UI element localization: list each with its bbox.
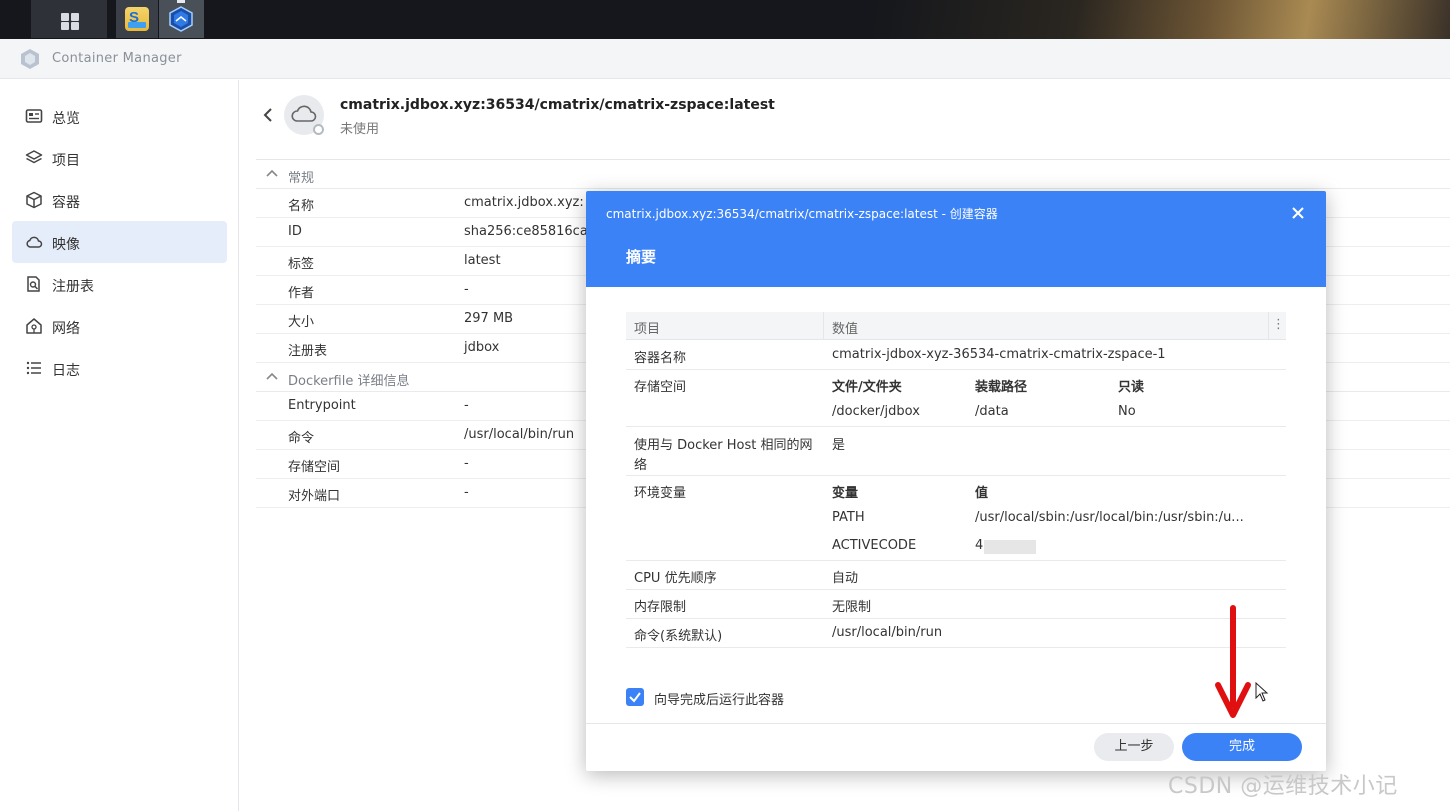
sidebar-item-label: 注册表 [52, 279, 94, 295]
sidebar-item-label: 容器 [52, 195, 80, 211]
table-row: 存储空间 文件/文件夹 装载路径 只读 /docker/jdbox /data … [626, 370, 1286, 427]
redacted-value [984, 540, 1036, 554]
package-center-icon: S [125, 7, 149, 31]
close-icon[interactable] [1287, 202, 1309, 224]
registry-search-icon [27, 276, 40, 292]
red-arrow-annotation [1215, 605, 1251, 718]
container-manager-logo-icon [21, 49, 39, 69]
image-status: 未使用 [340, 122, 380, 137]
sidebar-item-projects[interactable]: 项目 [12, 137, 227, 179]
dialog-subtitle: 摘要 [626, 248, 657, 266]
chevron-up-icon [266, 169, 278, 177]
sidebar-item-label: 网络 [52, 321, 80, 337]
status-dot [313, 124, 324, 135]
section-title: Dockerfile 详细信息 [288, 374, 410, 389]
sidebar: 总览 项目 容器 映像 注册表 网络 日志 [0, 80, 239, 811]
sidebar-item-overview[interactable]: 总览 [12, 95, 227, 137]
back-icon[interactable] [262, 106, 274, 124]
section-general[interactable]: 常规 [256, 160, 1450, 189]
table-header: 项目 数值 ⋮ [626, 312, 1286, 340]
run-after-label[interactable]: 向导完成后运行此容器 [654, 689, 784, 708]
chevron-up-icon [266, 372, 278, 380]
table-row: 容器名称 cmatrix-jdbox-xyz-36534-cmatrix-cma… [626, 341, 1286, 370]
sidebar-item-label: 总览 [52, 111, 80, 127]
previous-button[interactable]: 上一步 [1094, 733, 1174, 761]
taskbar-app-package-center[interactable]: S [116, 0, 158, 38]
sidebar-item-label: 映像 [52, 237, 80, 253]
dialog-title: cmatrix.jdbox.xyz:36534/cmatrix/cmatrix-… [606, 207, 998, 221]
table-row: CPU 优先顺序 自动 [626, 561, 1286, 590]
table-row: 命令(系统默认) /usr/local/bin/run [626, 619, 1286, 648]
sidebar-item-logs[interactable]: 日志 [12, 347, 227, 389]
cloud-icon [26, 236, 43, 248]
mouse-cursor-icon [1255, 682, 1269, 702]
sidebar-item-network[interactable]: 网络 [12, 305, 227, 347]
section-title: 常规 [288, 171, 315, 186]
image-avatar [284, 95, 324, 135]
container-manager-icon [169, 0, 193, 32]
network-icon [26, 318, 42, 334]
taskbar: S [0, 0, 1450, 39]
layers-icon [25, 150, 43, 164]
app-header: Container Manager [0, 39, 1450, 79]
sidebar-item-containers[interactable]: 容器 [12, 179, 227, 221]
column-header-item: 项目 [634, 322, 661, 337]
sidebar-item-images[interactable]: 映像 [12, 221, 227, 263]
done-button[interactable]: 完成 [1182, 733, 1302, 761]
run-after-checkbox[interactable] [626, 688, 644, 706]
table-row: 环境变量 变量 值 PATH /usr/local/sbin:/usr/loca… [626, 476, 1286, 561]
sidebar-item-registry[interactable]: 注册表 [12, 263, 227, 305]
divider [586, 723, 1326, 724]
dashboard-icon [25, 109, 43, 123]
image-title: cmatrix.jdbox.xyz:36534/cmatrix/cmatrix-… [340, 97, 775, 113]
taskbar-app-container-manager[interactable] [159, 0, 204, 38]
column-menu-icon[interactable]: ⋮ [1272, 317, 1285, 332]
sidebar-item-label: 项目 [52, 153, 80, 169]
column-header-value: 数值 [832, 322, 859, 337]
main-menu-button[interactable] [31, 0, 107, 38]
grid-icon [61, 13, 69, 21]
watermark: CSDN @运维技术小记 [1168, 774, 1398, 799]
table-row: 使用与 Docker Host 相同的网 络 是 [626, 427, 1286, 476]
app-title: Container Manager [52, 51, 182, 66]
sidebar-item-label: 日志 [52, 363, 80, 379]
dialog-header: cmatrix.jdbox.xyz:36534/cmatrix/cmatrix-… [586, 191, 1326, 287]
cube-icon [26, 191, 42, 209]
check-icon [629, 692, 641, 703]
list-icon [26, 361, 41, 375]
table-row: 内存限制 无限制 [626, 590, 1286, 619]
